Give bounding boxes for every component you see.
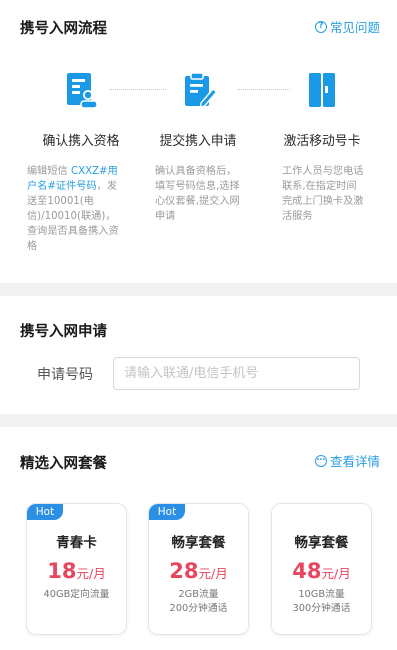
package-price: 28元/月: [149, 559, 248, 583]
step-activate-sim: 激活移动号卡 工作人员与您电话联系,在指定时间完成上门换卡及激活服务: [262, 70, 382, 224]
hot-badge: Hot: [27, 504, 63, 520]
apply-title: 携号入网申请: [20, 324, 107, 340]
clipboard-edit-icon: [185, 72, 218, 108]
package-name: 青春卡: [56, 535, 97, 551]
step-submit-application: 提交携入申请 确认具备资格后，填写号码信息,选择心仪套餐,提交入网申请: [138, 70, 258, 224]
process-title: 携号入网流程: [20, 21, 107, 37]
view-details-link[interactable]: ⋯ 查看详情: [314, 451, 380, 470]
package-feature-data: 10GB流量: [298, 589, 345, 600]
step-1-title: 确认携入资格: [42, 134, 120, 149]
step-1-desc: 编辑短信 CXXZ#用户名#证件号码，发送至10001(电信)/10010(联通…: [21, 164, 125, 254]
package-name: 畅享套餐: [171, 535, 226, 551]
step-3-desc: 工作人员与您电话联系,在指定时间完成上门换卡及激活服务: [282, 166, 364, 222]
step-3-title: 激活移动号卡: [283, 134, 361, 149]
price-value: 18: [47, 559, 77, 583]
faq-label: 常见问题: [329, 20, 380, 35]
step-2-title: 提交携入申请: [159, 134, 237, 149]
package-price: 18元/月: [27, 559, 126, 583]
price-unit: 元/月: [76, 566, 106, 581]
step-confirm-eligibility: 确认携入资格 编辑短信 CXXZ#用户名#证件号码，发送至10001(电信)/1…: [21, 70, 141, 254]
id-card-icon: [67, 73, 98, 109]
price-unit: 元/月: [321, 566, 351, 581]
packages-title: 精选入网套餐: [20, 456, 107, 472]
package-card-2[interactable]: Hot 畅享套餐 28元/月 2GB流量 200分钟通话: [148, 503, 249, 635]
phone-number-label: 申请号码: [37, 367, 93, 383]
price-unit: 元/月: [198, 566, 228, 581]
package-name: 畅享套餐: [294, 535, 349, 551]
section-divider-2: [0, 414, 397, 427]
faq-link[interactable]: ? 常见问题: [314, 17, 380, 36]
step-2-desc: 确认具备资格后，填写号码信息,选择心仪套餐,提交入网申请: [155, 166, 240, 222]
step-1-desc-a: 编辑短信: [27, 166, 71, 177]
price-value: 28: [169, 559, 199, 583]
package-feature: 40GB定向流量: [43, 589, 110, 600]
apply-section: 携号入网申请 申请号码: [0, 296, 397, 414]
package-card-1[interactable]: Hot 青春卡 18元/月 40GB定向流量: [26, 503, 127, 635]
package-price: 48元/月: [272, 559, 371, 583]
view-details-label: 查看详情: [329, 454, 380, 469]
sim-card-icon: [309, 73, 335, 107]
package-feature-calls: 300分钟通话: [292, 603, 351, 614]
process-section: 携号入网流程 ? 常见问题 确认携入资格 编辑短信 CXXZ#用户名#证件号码，…: [0, 0, 397, 283]
package-feature-data: 2GB流量: [178, 589, 219, 600]
question-circle-icon: ?: [314, 20, 327, 33]
section-divider-1: [0, 283, 397, 296]
phone-number-input[interactable]: [113, 357, 360, 390]
price-value: 48: [292, 559, 322, 583]
package-feature-calls: 200分钟通话: [169, 603, 228, 614]
hot-badge: Hot: [149, 504, 185, 520]
packages-section: 精选入网套餐 ⋯ 查看详情 Hot 青春卡 18元/月 40GB定向流量 Hot…: [0, 427, 397, 650]
more-circle-icon: ⋯: [314, 454, 327, 467]
package-card-3[interactable]: 畅享套餐 48元/月 10GB流量 300分钟通话: [271, 503, 372, 635]
